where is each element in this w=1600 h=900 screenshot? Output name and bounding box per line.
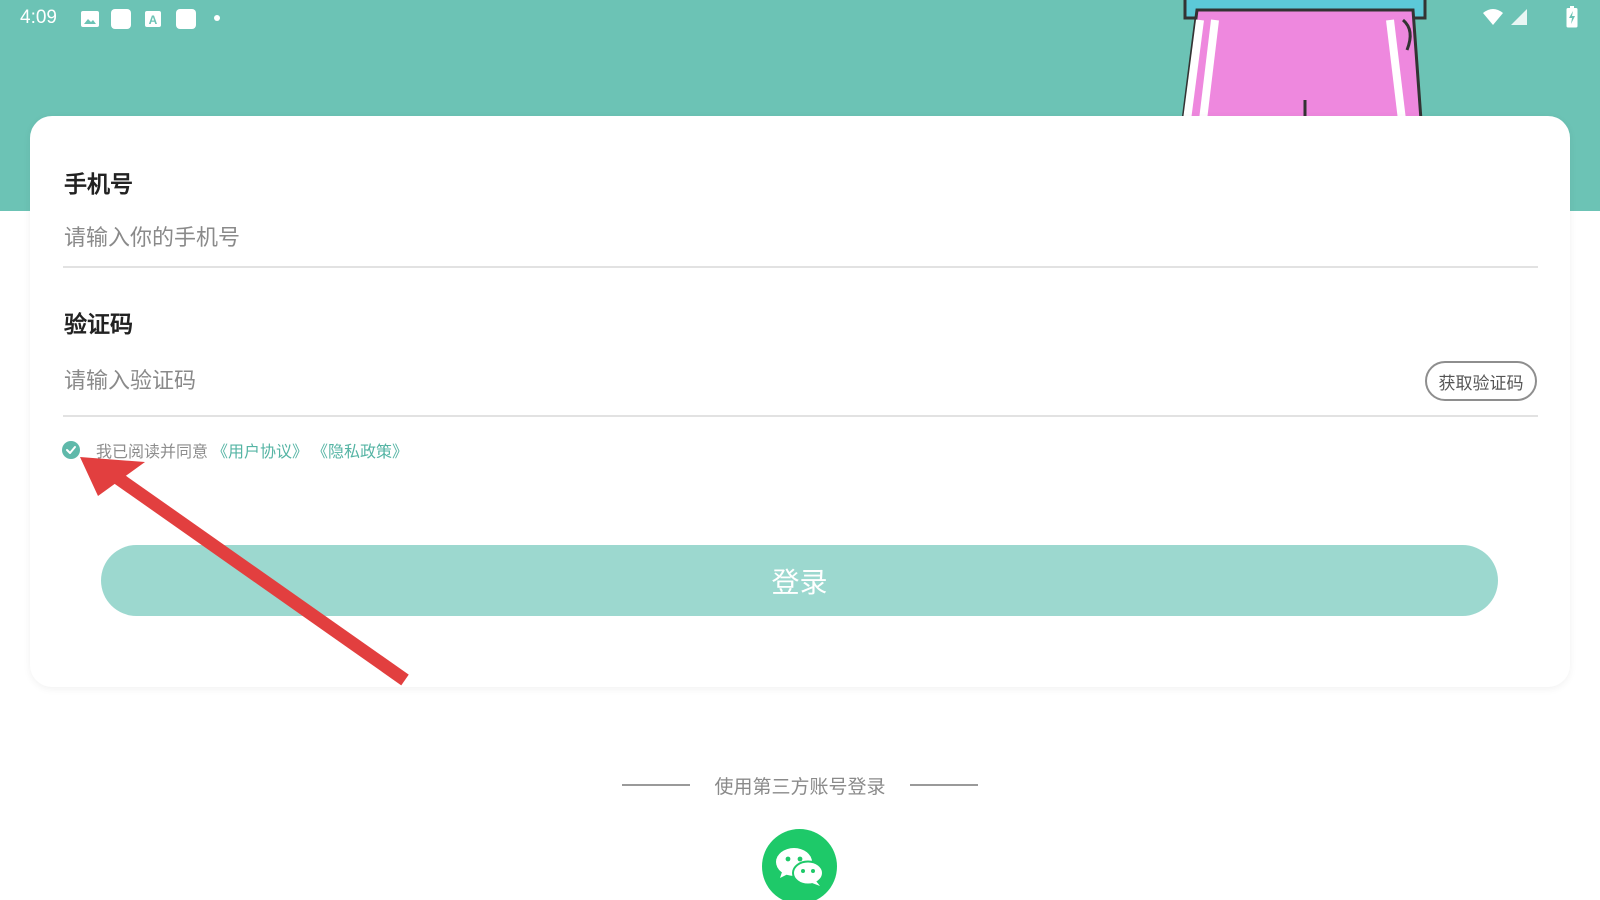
wechat-icon bbox=[775, 847, 824, 886]
get-code-button[interactable]: 获取验证码 bbox=[1425, 361, 1537, 401]
phone-input[interactable]: 请输入你的手机号 bbox=[64, 220, 240, 252]
code-label: 验证码 bbox=[64, 312, 133, 338]
login-button[interactable]: 登录 bbox=[101, 545, 1498, 616]
agreement-row: 我已阅读并同意 《用户协议》 《隐私政策》 bbox=[62, 438, 408, 462]
code-input[interactable]: 请输入验证码 bbox=[64, 363, 196, 395]
status-time: 4:09 bbox=[20, 7, 57, 28]
code-underline bbox=[63, 415, 1538, 417]
image-icon bbox=[81, 11, 99, 27]
phone-label: 手机号 bbox=[64, 172, 133, 198]
divider-line-left bbox=[622, 784, 690, 786]
dot-icon bbox=[214, 15, 220, 21]
mascot-illustration bbox=[1181, 0, 1427, 120]
cell-signal-icon bbox=[1511, 9, 1527, 25]
login-card: 手机号 请输入你的手机号 验证码 请输入验证码 获取验证码 我已阅读并同意 《用… bbox=[30, 116, 1570, 687]
wifi-icon bbox=[1483, 9, 1503, 25]
third-party-label: 使用第三方账号登录 bbox=[714, 775, 886, 798]
agreement-text: 我已阅读并同意 bbox=[96, 442, 209, 461]
font-a-icon: A bbox=[145, 11, 161, 27]
privacy-policy-link[interactable]: 《隐私政策》 bbox=[312, 438, 408, 462]
app-square-icon bbox=[111, 9, 131, 29]
third-party-divider: 使用第三方账号登录 bbox=[622, 770, 978, 800]
phone-underline bbox=[63, 266, 1538, 268]
wechat-login-button[interactable] bbox=[762, 829, 837, 900]
divider-line-right bbox=[909, 784, 978, 786]
agreement-checkbox[interactable] bbox=[62, 441, 80, 459]
app-square-icon bbox=[176, 9, 196, 29]
svg-text:A: A bbox=[149, 13, 158, 27]
checkmark-icon bbox=[66, 446, 76, 454]
battery-charging-icon bbox=[1566, 6, 1578, 28]
user-agreement-link[interactable]: 《用户协议》 bbox=[212, 438, 308, 462]
